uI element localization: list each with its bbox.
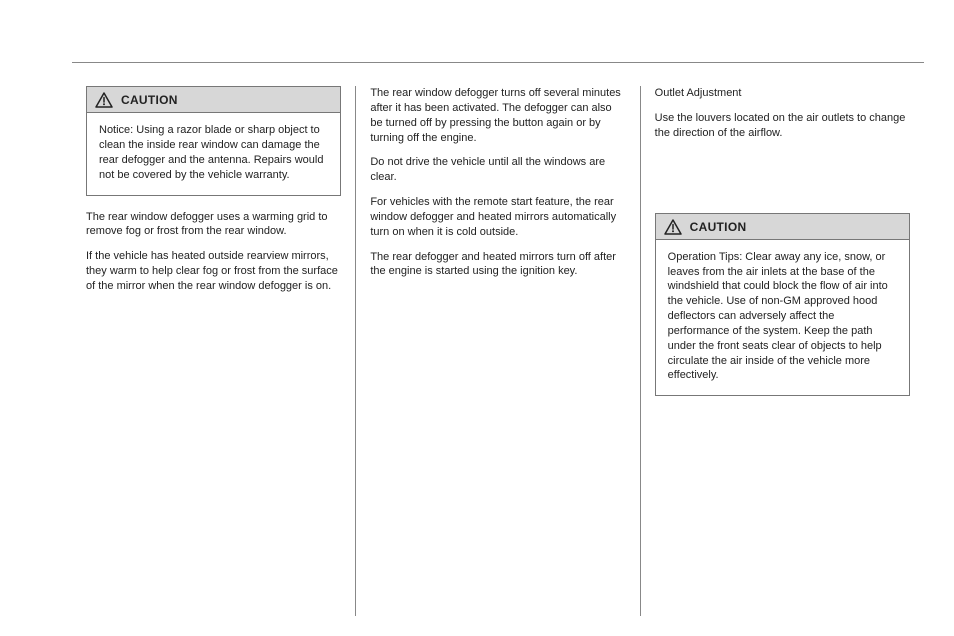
col1-para-2: If the vehicle has heated outside rearvi… (86, 249, 341, 294)
column-1: CAUTION Notice: Using a razor blade or s… (72, 86, 355, 616)
caution-box-2-label: CAUTION (690, 219, 747, 235)
caution-box-1-header: CAUTION (87, 87, 340, 113)
top-rule (72, 62, 924, 63)
columns: CAUTION Notice: Using a razor blade or s… (72, 86, 924, 616)
caution-box-2: CAUTION Operation Tips: Clear away any i… (655, 213, 910, 397)
caution-box-1-label: CAUTION (121, 92, 178, 108)
caution-box-2-header: CAUTION (656, 214, 909, 240)
col2-para-4: The rear defogger and heated mirrors tur… (370, 250, 625, 280)
warning-icon (664, 219, 682, 235)
column-3: Outlet Adjustment Use the louvers locate… (640, 86, 924, 616)
col3-intro-2: Use the louvers located on the air outle… (655, 111, 910, 141)
col3-spacer (655, 151, 910, 213)
col2-para-3: For vehicles with the remote start featu… (370, 195, 625, 240)
page: CAUTION Notice: Using a razor blade or s… (0, 0, 954, 636)
col2-para-1: The rear window defogger turns off sever… (370, 86, 625, 145)
col2-para-2: Do not drive the vehicle until all the w… (370, 155, 625, 185)
column-2: The rear window defogger turns off sever… (355, 86, 639, 616)
col1-para-1: The rear window defogger uses a warming … (86, 210, 341, 240)
warning-icon (95, 92, 113, 108)
caution-box-1-body: Notice: Using a razor blade or sharp obj… (87, 113, 340, 194)
col3-intro-1: Outlet Adjustment (655, 86, 910, 101)
caution-box-1: CAUTION Notice: Using a razor blade or s… (86, 86, 341, 196)
caution-box-2-body: Operation Tips: Clear away any ice, snow… (656, 240, 909, 396)
